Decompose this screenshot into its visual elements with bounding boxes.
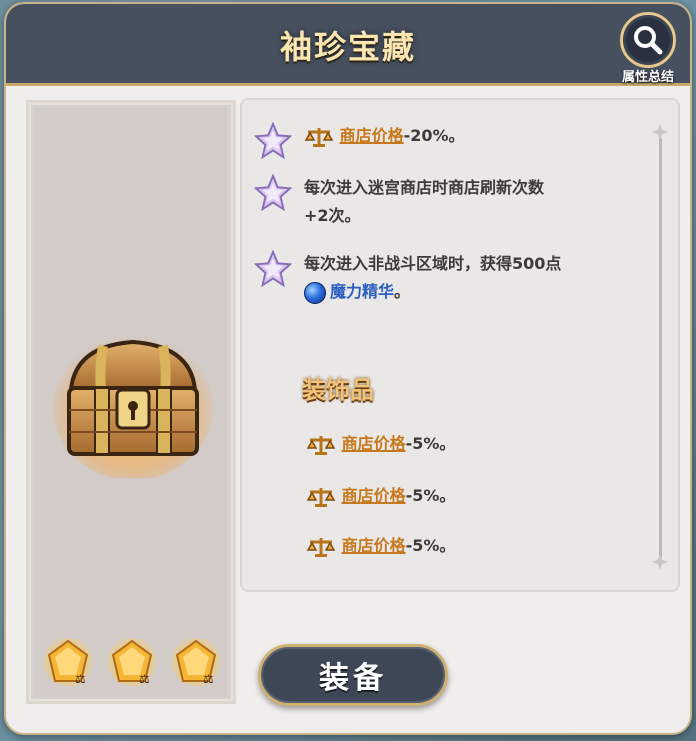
gold-gem-icon[interactable]: ⚖ bbox=[171, 637, 221, 687]
shop-price-link[interactable]: 商店价格 bbox=[342, 486, 406, 505]
shop-price-link[interactable]: 商店价格 bbox=[342, 434, 406, 453]
scale-icon bbox=[306, 537, 336, 557]
effect-item: 商店价格-20%。 bbox=[242, 122, 642, 162]
gold-gem-icon[interactable]: ⚖ bbox=[107, 637, 157, 687]
svg-text:⚖: ⚖ bbox=[75, 672, 86, 686]
gem-slots: ⚖ ⚖ ⚖ bbox=[43, 637, 223, 691]
svg-text:⚖: ⚖ bbox=[139, 672, 150, 686]
star-icon bbox=[254, 122, 292, 160]
gold-gem-icon[interactable]: ⚖ bbox=[43, 637, 93, 687]
attribute-summary-label: 属性总结 bbox=[621, 70, 674, 85]
accessory-effect: 商店价格-5%。 bbox=[306, 482, 455, 509]
scrollbar[interactable] bbox=[652, 124, 668, 570]
effect-line: +2次。 bbox=[304, 206, 361, 225]
mana-orb-icon bbox=[304, 281, 326, 304]
effect-suffix: -5%。 bbox=[405, 434, 456, 453]
effect-line: 每次进入非战斗区域时，获得500点 bbox=[304, 254, 562, 273]
scroll-track[interactable] bbox=[659, 138, 662, 558]
accessory-section-title: 装饰品 bbox=[302, 376, 374, 404]
item-detail-panel: 袖珍宝藏 属性总结 ⚖ ⚖ ⚖ 商店价格-20%。 每次进入迷宫商店时商店刷新次… bbox=[4, 2, 692, 735]
svg-text:⚖: ⚖ bbox=[203, 672, 214, 686]
star-icon bbox=[254, 174, 292, 212]
effect-item: 每次进入迷宫商店时商店刷新次数 +2次。 bbox=[242, 174, 642, 234]
equip-button[interactable]: 装备 bbox=[258, 644, 448, 706]
scale-icon bbox=[306, 435, 336, 455]
effect-suffix: 。 bbox=[394, 282, 411, 301]
shop-price-link[interactable]: 商店价格 bbox=[342, 536, 406, 555]
shop-price-link[interactable]: 商店价格 bbox=[340, 126, 404, 145]
effect-line: 每次进入迷宫商店时商店刷新次数 bbox=[304, 178, 545, 197]
mana-essence-link[interactable]: 魔力精华 bbox=[330, 282, 394, 301]
accessory-effect: 商店价格-5%。 bbox=[306, 430, 455, 457]
scroll-bottom-ornament-icon bbox=[652, 554, 668, 570]
effect-suffix: -20%。 bbox=[403, 126, 465, 145]
scale-icon bbox=[306, 487, 336, 507]
item-preview-column: ⚖ ⚖ ⚖ bbox=[26, 100, 236, 704]
attribute-summary-button[interactable]: 属性总结 bbox=[616, 12, 680, 85]
effect-suffix: -5%。 bbox=[405, 486, 456, 505]
star-icon bbox=[254, 250, 292, 288]
effect-suffix: -5%。 bbox=[405, 536, 456, 555]
description-box[interactable]: 商店价格-20%。 每次进入迷宫商店时商店刷新次数 +2次。 每次进入非战斗区域… bbox=[240, 98, 680, 592]
effect-item: 每次进入非战斗区域时，获得500点 魔力精华。 bbox=[242, 250, 642, 310]
accessory-effect: 商店价格-5%。 bbox=[306, 532, 455, 559]
magnifier-icon bbox=[620, 12, 676, 68]
treasure-chest-icon bbox=[53, 328, 213, 480]
panel-header: 袖珍宝藏 属性总结 bbox=[6, 4, 690, 86]
item-title: 袖珍宝藏 bbox=[279, 28, 416, 66]
scale-icon bbox=[304, 127, 334, 147]
